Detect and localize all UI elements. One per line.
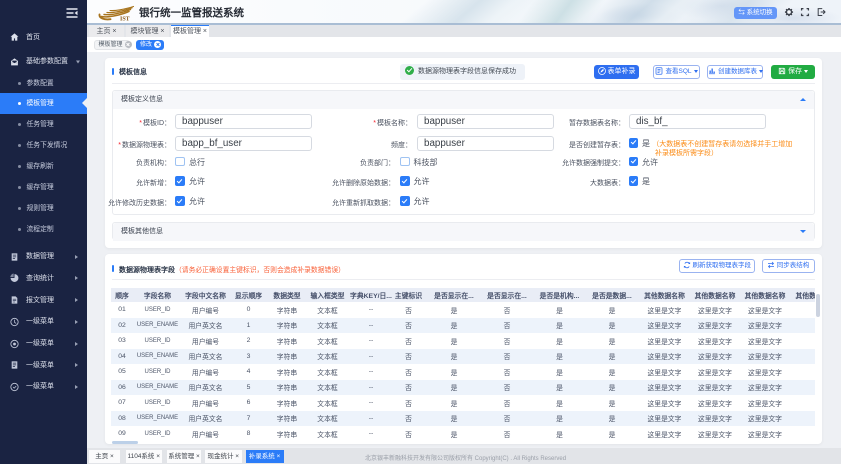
svg-text:IST: IST <box>120 17 130 22</box>
